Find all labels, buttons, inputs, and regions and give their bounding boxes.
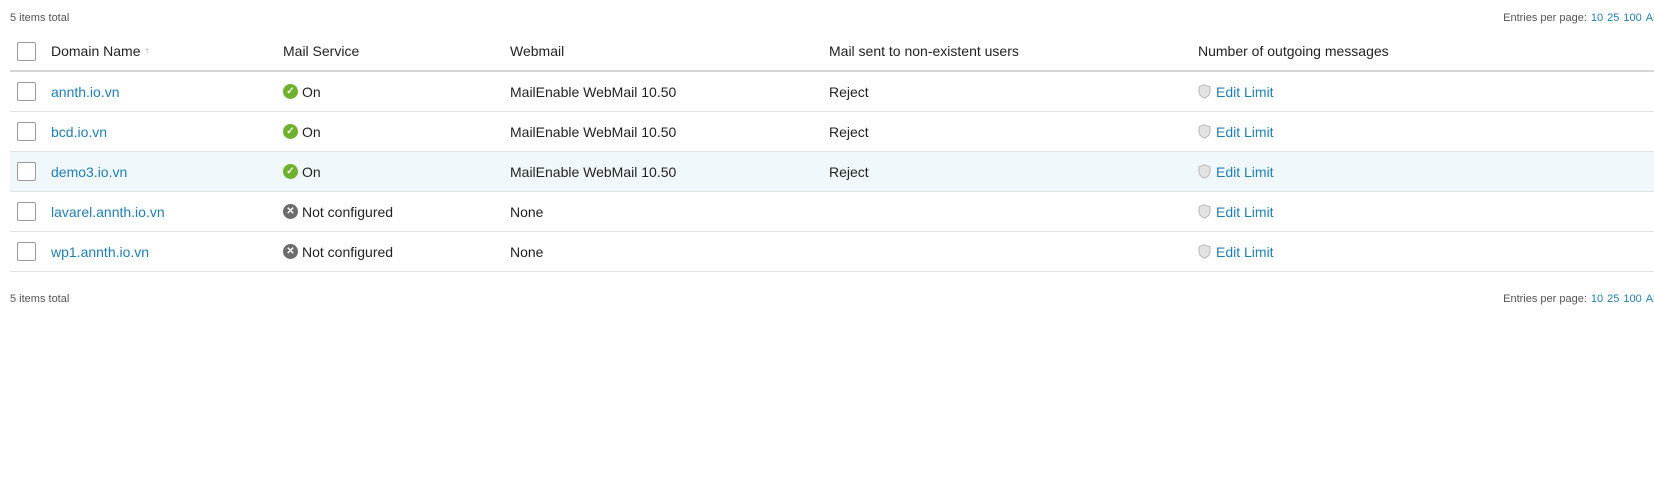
shield-icon: [1198, 84, 1211, 99]
entries-per-page-label: Entries per page:: [1503, 293, 1587, 305]
table-row: lavarel.annth.io.vn ✕ Not configured None Ed…: [10, 192, 1654, 232]
table-row: bcd.io.vn ✓ On MailEnable WebMail 10.50 Reje…: [10, 112, 1654, 152]
mail-domains-table: Domain Name ↑ Mail Service Webmail Mail …: [10, 32, 1654, 272]
sort-ascending-icon: ↑: [144, 45, 150, 57]
check-circle-icon: ✓: [283, 124, 298, 139]
webmail-value: None: [510, 203, 544, 220]
entries-per-page: Entries per page: 10 25 100 All: [1503, 293, 1654, 305]
nonexistent-users-value: Reject: [829, 123, 869, 140]
edit-limit-link[interactable]: Edit Limit: [1216, 124, 1274, 140]
per-page-25-link[interactable]: 25: [1607, 293, 1619, 305]
items-total-label: 5 items total: [10, 293, 70, 305]
shield-icon: [1198, 244, 1211, 259]
table-row: demo3.io.vn ✓ On MailEnable WebMail 10.50 Re…: [10, 152, 1654, 192]
x-circle-icon: ✕: [283, 244, 298, 259]
per-page-100-link[interactable]: 100: [1623, 293, 1641, 305]
column-header-webmail: Webmail: [510, 43, 565, 59]
per-page-25-link[interactable]: 25: [1607, 12, 1619, 24]
items-total-label: 5 items total: [10, 12, 70, 24]
entries-per-page-label: Entries per page:: [1503, 12, 1587, 24]
mail-service-status: On: [302, 163, 321, 180]
edit-limit-link[interactable]: Edit Limit: [1216, 244, 1274, 260]
x-circle-icon: ✕: [283, 204, 298, 219]
shield-icon: [1198, 124, 1211, 139]
nonexistent-users-value: Reject: [829, 83, 869, 100]
webmail-value: MailEnable WebMail 10.50: [510, 163, 677, 180]
webmail-value: None: [510, 243, 544, 260]
top-pager: 5 items total Entries per page: 10 25 10…: [10, 9, 1654, 27]
per-page-10-link[interactable]: 10: [1591, 12, 1603, 24]
bottom-pager: 5 items total Entries per page: 10 25 10…: [10, 290, 1654, 308]
domain-link[interactable]: wp1.annth.io.vn: [51, 244, 149, 260]
row-checkbox[interactable]: [17, 162, 36, 181]
webmail-value: MailEnable WebMail 10.50: [510, 123, 677, 140]
per-page-all-link[interactable]: All: [1646, 12, 1654, 24]
domain-link[interactable]: annth.io.vn: [51, 84, 120, 100]
table-row: annth.io.vn ✓ On MailEnable WebMail 10.50 Re…: [10, 72, 1654, 112]
column-header-mail-service: Mail Service: [283, 43, 360, 59]
mail-service-status: On: [302, 83, 321, 100]
per-page-10-link[interactable]: 10: [1591, 293, 1603, 305]
entries-per-page: Entries per page: 10 25 100 All: [1503, 12, 1654, 24]
nonexistent-users-value: Reject: [829, 163, 869, 180]
row-checkbox[interactable]: [17, 202, 36, 221]
per-page-all-link[interactable]: All: [1646, 293, 1654, 305]
domain-link[interactable]: lavarel.annth.io.vn: [51, 204, 165, 220]
edit-limit-link[interactable]: Edit Limit: [1216, 164, 1274, 180]
column-header-label: Domain Name: [51, 43, 141, 59]
table-header: Domain Name ↑ Mail Service Webmail Mail …: [10, 32, 1654, 72]
edit-limit-link[interactable]: Edit Limit: [1216, 204, 1274, 220]
domain-link[interactable]: demo3.io.vn: [51, 164, 127, 180]
shield-icon: [1198, 204, 1211, 219]
per-page-100-link[interactable]: 100: [1623, 12, 1641, 24]
edit-limit-link[interactable]: Edit Limit: [1216, 84, 1274, 100]
table-body: annth.io.vn ✓ On MailEnable WebMail 10.50 Re…: [10, 72, 1654, 272]
mail-service-status: Not configured: [302, 203, 394, 220]
mail-service-status: On: [302, 123, 321, 140]
check-circle-icon: ✓: [283, 164, 298, 179]
table-row: wp1.annth.io.vn ✕ Not configured None Edit L…: [10, 232, 1654, 272]
column-header-domain-name[interactable]: Domain Name ↑: [51, 32, 149, 70]
row-checkbox[interactable]: [17, 82, 36, 101]
check-circle-icon: ✓: [283, 84, 298, 99]
domain-link[interactable]: bcd.io.vn: [51, 124, 107, 140]
mail-service-status: Not configured: [302, 243, 394, 260]
column-header-outgoing-messages: Number of outgoing messages: [1198, 43, 1389, 59]
row-checkbox[interactable]: [17, 122, 36, 141]
webmail-value: MailEnable WebMail 10.50: [510, 83, 677, 100]
column-header-nonexistent-users: Mail sent to non-existent users: [829, 43, 1019, 59]
select-all-checkbox[interactable]: [17, 41, 36, 61]
shield-icon: [1198, 164, 1211, 179]
row-checkbox[interactable]: [17, 242, 36, 261]
